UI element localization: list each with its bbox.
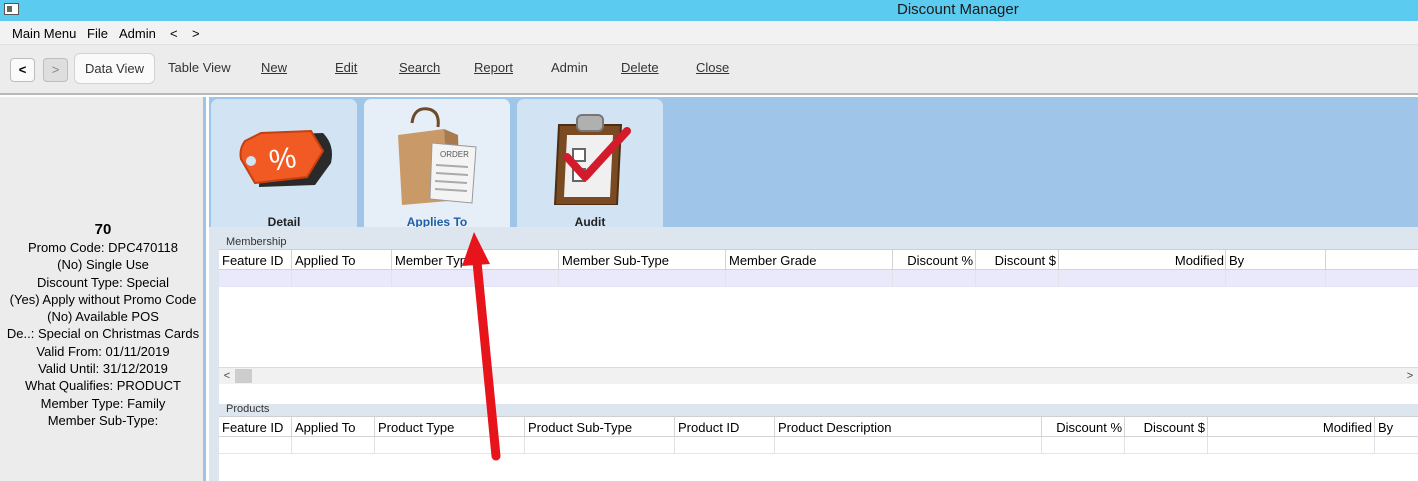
menu-main-menu[interactable]: Main Menu	[12, 26, 76, 41]
membership-col-by[interactable]: By	[1229, 253, 1244, 268]
membership-grid-header: Feature ID Applied To Member Type Member…	[219, 250, 1418, 270]
report-button[interactable]: Report	[474, 60, 513, 75]
menu-bar: Main Menu File Admin < >	[0, 21, 1418, 45]
membership-col-member-type[interactable]: Member Type	[395, 253, 474, 268]
products-col-discount-amt[interactable]: Discount $	[1144, 420, 1205, 435]
forward-button[interactable]: >	[43, 58, 68, 82]
record-summary-panel: 70 Promo Code: DPC470118 (No) Single Use…	[0, 97, 206, 481]
svg-text:ORDER: ORDER	[440, 150, 469, 159]
close-button[interactable]: Close	[696, 60, 729, 75]
window-title: Discount Manager	[897, 1, 1019, 18]
delete-button[interactable]: Delete	[621, 60, 659, 75]
data-view-button[interactable]: Data View	[74, 53, 156, 84]
products-col-product-type[interactable]: Product Type	[378, 420, 454, 435]
summary-single-use: (No) Single Use	[57, 257, 149, 273]
products-new-row[interactable]	[219, 437, 1418, 454]
summary-valid-until: Valid Until: 31/12/2019	[38, 361, 168, 377]
shopping-bag-order-icon: ORDER	[398, 107, 477, 205]
products-col-modified[interactable]: Modified	[1323, 420, 1372, 435]
tab-audit[interactable]: Audit	[517, 99, 663, 229]
back-button[interactable]: <	[10, 58, 35, 82]
products-grid-header: Feature ID Applied To Product Type Produ…	[219, 417, 1418, 437]
summary-promo-code: Promo Code: DPC470118	[27, 240, 179, 255]
summary-available-pos: (No) Available POS	[47, 309, 159, 325]
menu-forward[interactable]: >	[192, 26, 200, 41]
membership-grid: Feature ID Applied To Member Type Member…	[219, 249, 1418, 404]
summary-valid-from: Valid From: 01/11/2019	[36, 343, 170, 359]
membership-new-row[interactable]	[219, 270, 1418, 287]
membership-col-applied-to[interactable]: Applied To	[295, 253, 355, 268]
scroll-left-arrow-icon[interactable]: <	[219, 369, 235, 384]
summary-member-sub-type: Member Sub-Type:	[47, 412, 159, 428]
scrollbar-thumb[interactable]	[235, 369, 252, 383]
products-section-title: Products	[226, 403, 270, 415]
summary-member-type: Member Type: Family	[40, 395, 166, 411]
membership-col-modified[interactable]: Modified	[1175, 253, 1224, 268]
products-col-product-sub-type[interactable]: Product Sub-Type	[528, 420, 632, 435]
summary-what-qualifies: What Qualifies: PRODUCT	[24, 378, 182, 394]
record-id: 70	[94, 221, 112, 238]
membership-col-member-grade[interactable]: Member Grade	[729, 253, 816, 268]
products-col-applied-to[interactable]: Applied To	[295, 420, 355, 435]
products-col-discount-pct[interactable]: Discount %	[1056, 420, 1122, 435]
summary-apply-without-code: (Yes) Apply without Promo Code	[9, 291, 197, 307]
menu-admin[interactable]: Admin	[119, 26, 156, 41]
membership-col-member-sub-type[interactable]: Member Sub-Type	[562, 253, 669, 268]
membership-col-discount-amt[interactable]: Discount $	[995, 253, 1056, 268]
applies-to-panel: Membership Feature ID Applied To Member …	[209, 227, 1418, 481]
products-grid: Feature ID Applied To Product Type Produ…	[219, 416, 1418, 481]
toolbar: < > Data View Table View New Edit Search…	[0, 45, 1418, 95]
summary-lines: 70 Promo Code: DPC470118 (No) Single Use…	[0, 221, 206, 429]
tab-applies-to[interactable]: ORDER Applies To	[364, 99, 510, 229]
search-button[interactable]: Search	[399, 60, 440, 75]
membership-section-title: Membership	[226, 236, 287, 248]
app-window-icon	[4, 3, 19, 15]
summary-description: De..: Special on Christmas Cards	[6, 326, 200, 342]
edit-button[interactable]: Edit	[335, 60, 357, 75]
svg-text:%: %	[267, 141, 299, 178]
tab-detail[interactable]: % Detail	[211, 99, 357, 229]
products-col-product-description[interactable]: Product Description	[778, 420, 891, 435]
table-view-button[interactable]: Table View	[168, 53, 231, 84]
new-button[interactable]: New	[261, 60, 287, 75]
menu-file[interactable]: File	[87, 26, 108, 41]
tab-strip: % Detail ORDER Applies To Audit	[209, 97, 1418, 229]
membership-col-discount-pct[interactable]: Discount %	[907, 253, 973, 268]
title-bar: Discount Manager	[0, 0, 1418, 21]
products-col-product-id[interactable]: Product ID	[678, 420, 739, 435]
membership-horizontal-scrollbar[interactable]: < >	[219, 367, 1418, 384]
products-col-by[interactable]: By	[1378, 420, 1393, 435]
products-col-feature-id[interactable]: Feature ID	[222, 420, 283, 435]
membership-col-feature-id[interactable]: Feature ID	[222, 253, 283, 268]
discount-tag-icon: %	[239, 129, 332, 187]
summary-discount-type: Discount Type: Special	[37, 274, 169, 290]
clipboard-checkmark-icon	[553, 114, 631, 205]
menu-back[interactable]: <	[170, 26, 178, 41]
scroll-right-arrow-icon[interactable]: >	[1402, 369, 1418, 384]
admin-button[interactable]: Admin	[551, 60, 588, 75]
